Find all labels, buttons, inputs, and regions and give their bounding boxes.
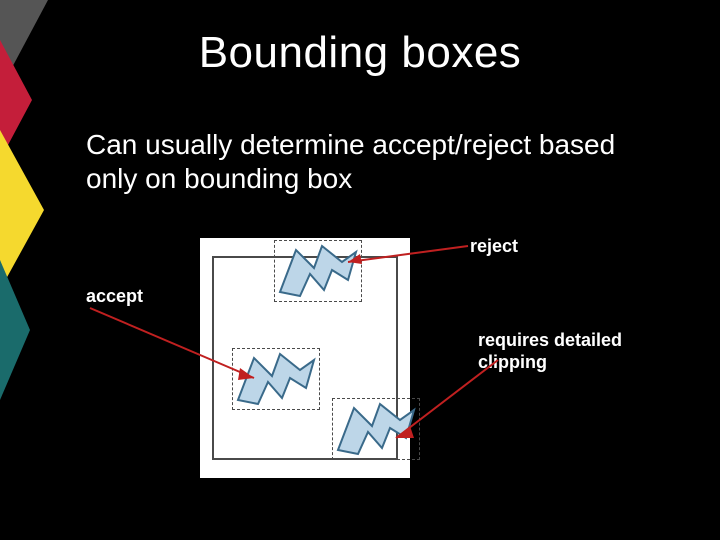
arrow-reject xyxy=(340,238,472,268)
slide-body: Can usually determine accept/reject base… xyxy=(86,128,646,195)
arrow-accept xyxy=(86,306,266,386)
arrow-detailed xyxy=(388,356,508,446)
label-reject: reject xyxy=(470,236,518,257)
label-accept: accept xyxy=(86,286,143,307)
slide-title: Bounding boxes xyxy=(0,28,720,78)
